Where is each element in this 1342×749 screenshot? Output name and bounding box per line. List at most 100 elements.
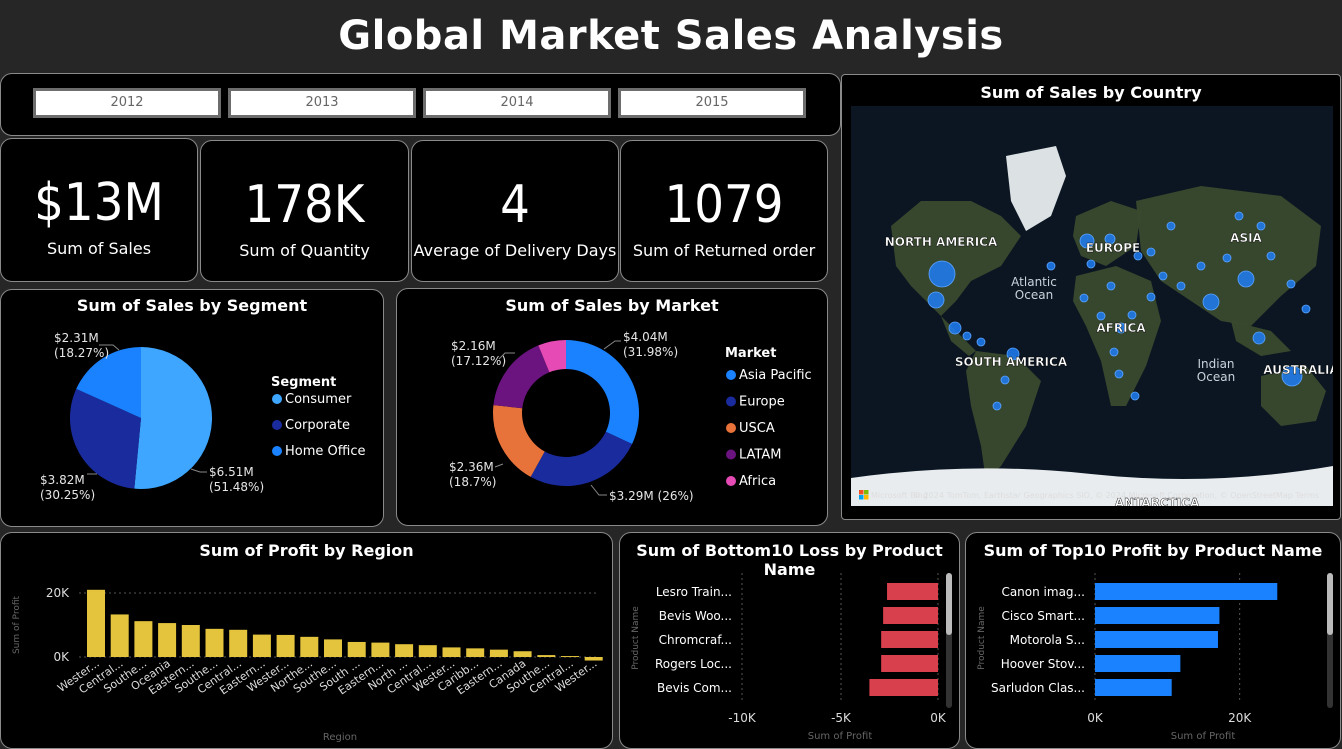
donut-data-label-value: $4.04M [623,330,668,344]
country-bubble [1286,279,1296,289]
kpi-card-returned-orders: 1079 Sum of Returned order [620,140,828,282]
y-axis-title: Product Name [631,606,641,670]
x-axis-title: Sum of Profit [808,731,873,742]
bar-wester [276,634,295,657]
bottom10-bar-chart[interactable]: -10K -5K 0K Sum of Profit Product Name Lesro … [620,533,959,748]
legend-title: Market [725,346,776,361]
country-bubble [927,291,945,309]
pie-data-label-value: $6.51M [209,465,254,479]
donut-data-label-percent: (18.7%) [449,475,496,489]
top10-profit-panel: Sum of Top10 Profit by Product Name 0K 20… [965,532,1341,749]
country-bubble [1234,211,1244,221]
segment-pie-chart[interactable]: $6.51M (51.48%) $3.82M (30.25%) $2.31M (18.27… [1,290,383,526]
market-donut-chart[interactable]: $4.04M (31.98%)$3.29M (26%)$2.36M (18.7%)$… [397,289,827,525]
bar-eastern [371,642,390,657]
map-panel: Sum of Sales by Country NORTH AMERICA EUR… [841,74,1341,520]
legend-title: Segment [271,375,336,390]
scrollbar-thumb[interactable] [1327,573,1333,635]
pie-slice-consumer [134,347,213,489]
donut-slice-europe [530,431,633,486]
country-bubble [1166,221,1176,231]
pie-data-label-value: $3.82M [40,473,85,487]
scrollbar-thumb[interactable] [946,573,952,635]
leader-line [590,484,607,496]
country-bubble [1252,331,1266,345]
y-tick-label: Hoover Stov... [1001,657,1085,671]
bar-sarludon-clas [1095,679,1172,696]
country-bubble [1109,347,1119,357]
bar-rogers-loc [881,655,938,672]
kpi-card-delivery-days: 4 Average of Delivery Days [411,140,619,282]
top10-bar-chart[interactable]: 0K 20K Sum of Profit Product Name Canon imag… [966,533,1340,748]
y-tick-label: Rogers Loc... [655,657,732,671]
donut-data-label-percent: (17.12%) [451,354,506,368]
map-ocean-label-line: Ocean [1197,370,1235,384]
map-region-label-europe: EUROPE [1086,241,1140,255]
legend-marker [726,423,736,433]
legend-item-corporate: Corporate [285,418,350,433]
country-bubble [962,331,972,341]
region-profit-panel: Sum of Profit by Region 20K 0K Sum of Prof… [0,532,613,749]
country-bubble [948,321,962,335]
year-button-2013[interactable]: 2013 [228,88,416,118]
bar-canon-imag [1095,583,1278,600]
kpi-card-sales: $13M Sum of Sales [0,138,198,282]
country-bubble [1202,293,1220,311]
year-slicer: 2012 2013 2014 2015 [0,73,841,136]
country-bubble [992,401,1002,411]
world-map[interactable]: NORTH AMERICA EUROPEASIAAtlantic OceanAFRI… [851,106,1333,506]
leader-line [190,468,207,473]
x-tick-label: -5K [831,711,852,725]
bar-central [110,614,129,657]
legend-marker [726,370,736,380]
bar-eastern [489,649,508,657]
bar-wester [442,647,461,657]
year-button-2014[interactable]: 2014 [423,88,611,118]
legend-item-europe: Europe [739,395,785,410]
bar-hoover-stov [1095,655,1181,672]
donut-data-label: $3.29M (26%) [609,489,694,503]
bar-bevis-woo [883,607,938,624]
donut-data-label: $2.36M (18.7%) [449,460,496,489]
leader-line [494,463,504,468]
legend-item-consumer: Consumer [285,392,352,407]
bar-southe [205,628,224,657]
pie-data-label-value: $2.31M [54,331,99,345]
bar-lesro-train [887,583,938,600]
y-tick-label: Chromcraf... [659,633,732,647]
map-title: Sum of Sales by Country [980,83,1202,102]
kpi-label: Average of Delivery Days [413,241,617,260]
map-region-label-south-america: SOUTH AMERICA [955,355,1068,369]
kpi-label: Sum of Returned order [632,241,816,260]
x-tick-label: 0K [930,711,947,725]
x-axis-title: Sum of Profit [1171,731,1236,742]
map-ocean-label-line: Ocean [1015,288,1053,302]
bar-chromcraf [881,631,938,648]
x-tick-label: -10K [728,711,757,725]
bar-north [395,644,414,657]
year-button-2015[interactable]: 2015 [618,88,806,118]
y-tick-label: Motorola S... [1010,633,1085,647]
year-button-2012[interactable]: 2012 [33,88,221,118]
bing-logo-square [864,490,869,495]
kpi-value: 1079 [664,175,784,235]
country-bubble [1079,293,1089,303]
kpi-card-quantity: 178K Sum of Quantity [200,140,409,282]
country-bubble [928,260,956,288]
country-bubble [1176,281,1186,291]
bar-southe [537,655,556,657]
map-ocean-label: Indian Ocean [1197,357,1235,384]
map-ocean-label-line: Indian [1197,357,1234,371]
map-ocean-label: Atlantic Ocean [1011,275,1057,302]
market-donut-panel: Sum of Sales by Market $4.04M (31.98%) $3.… [396,288,828,526]
region-bar-chart[interactable]: 20K0KSum of ProfitRegionWester...Central… [1,533,612,748]
map-attribution: © 2024 TomTom, Earthstar Geographics SIO… [913,491,1319,500]
kpi-value: 178K [244,175,365,235]
country-bubble [1127,310,1137,320]
y-tick-label: Sarludon Clas... [991,681,1085,695]
y-tick-label: 0K [53,650,70,664]
map-ocean-label-line: Atlantic [1011,275,1057,289]
country-bubble [1114,369,1124,379]
y-axis-title: Product Name [977,606,987,670]
donut-data-label-value: $2.36M [449,460,494,474]
